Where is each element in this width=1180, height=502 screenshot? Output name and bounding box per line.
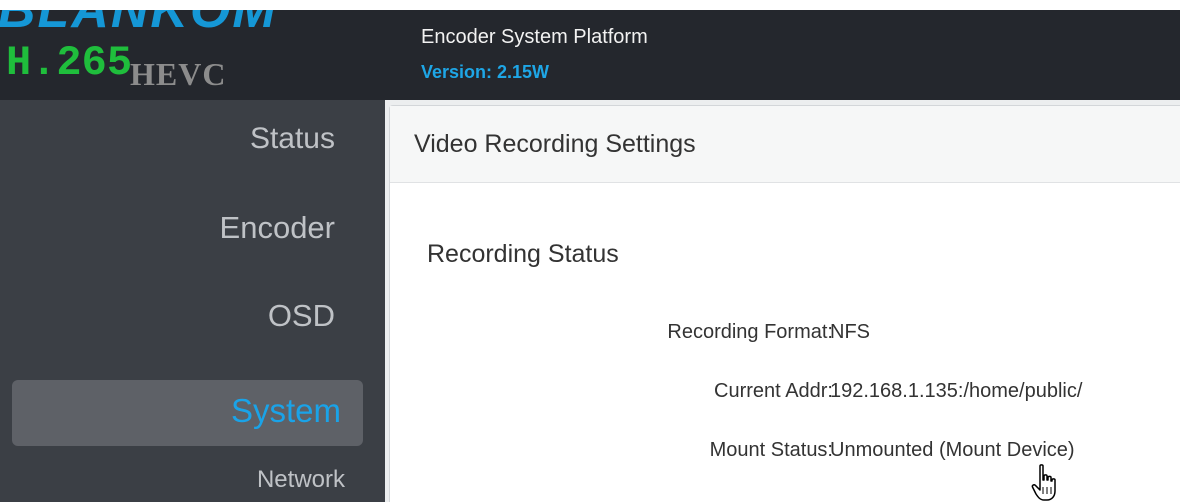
recording-format-value: NFS (830, 321, 870, 343)
settings-panel: Video Recording Settings Recording Statu… (389, 105, 1180, 502)
main-content: Video Recording Settings Recording Statu… (385, 100, 1180, 502)
hand-pointer-icon (1031, 464, 1056, 501)
sidebar-subitem-network[interactable]: Network (257, 466, 345, 494)
panel-header: Video Recording Settings (390, 106, 1180, 183)
header-bar: BLANKOM H.265 HEVC Encoder System Platfo… (0, 10, 1180, 100)
sidebar-item-osd[interactable]: OSD (268, 298, 335, 334)
section-title: Recording Status (427, 240, 619, 268)
mount-status-value: Unmounted (830, 439, 934, 461)
mount-status-label: Mount Status: (709, 439, 833, 461)
logo-brand-text: BLANKOM (0, 10, 278, 39)
brand-logo: BLANKOM H.265 HEVC (0, 10, 385, 100)
version-label: Version: 2.15W (421, 62, 550, 82)
sidebar-item-label: System (230, 392, 341, 429)
top-edge (0, 0, 1180, 10)
mount-device-link[interactable]: (Mount Device) (939, 439, 1075, 461)
sidebar-nav: Status Encoder OSD System Network (0, 100, 385, 502)
app-window: BLANKOM H.265 HEVC Encoder System Platfo… (0, 0, 1180, 502)
sidebar-item-system[interactable]: System (12, 380, 363, 446)
logo-hevc-text: HEVC (130, 56, 227, 92)
panel-title: Video Recording Settings (414, 130, 696, 158)
platform-name: Encoder System Platform (421, 26, 648, 48)
sidebar-item-encoder[interactable]: Encoder (220, 210, 335, 246)
current-addr-value: 192.168.1.135:/home/public/ (830, 380, 1083, 402)
recording-format-label: Recording Format: (667, 321, 833, 343)
mount-status-value-row: Unmounted (Mount Device) (830, 439, 1075, 462)
logo-codec-text: H.265 (6, 39, 133, 87)
sidebar-item-status[interactable]: Status (250, 122, 335, 156)
current-addr-label: Current Addr: (714, 380, 833, 402)
